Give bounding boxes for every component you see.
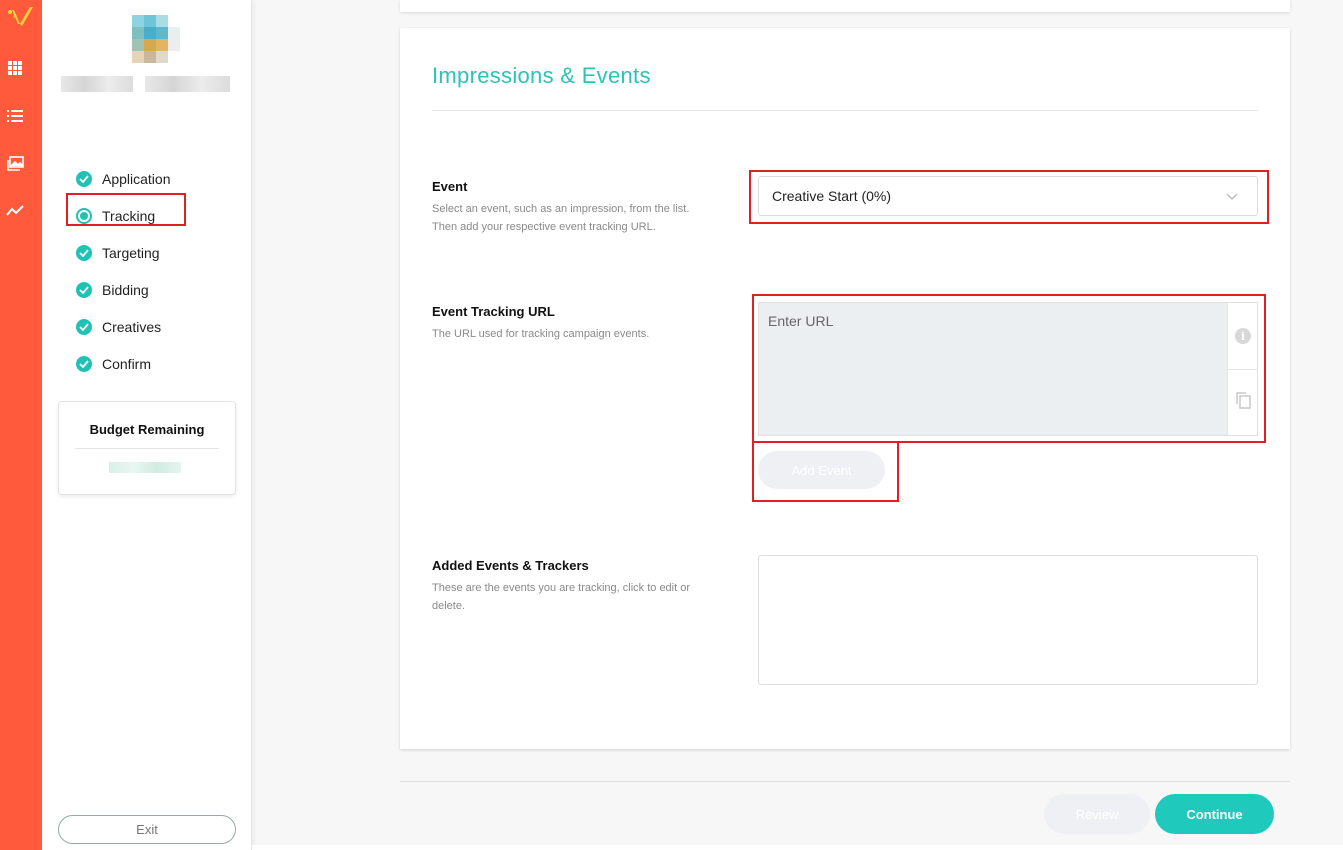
tracking-url-label: Event Tracking URL xyxy=(432,304,555,319)
budget-card: Budget Remaining xyxy=(58,401,236,495)
bottom-strip xyxy=(252,845,1343,850)
added-events-list[interactable] xyxy=(758,555,1258,685)
budget-title: Budget Remaining xyxy=(89,422,205,437)
tracking-url-input[interactable] xyxy=(759,303,1227,435)
info-icon[interactable]: i xyxy=(1235,328,1251,344)
check-icon xyxy=(76,355,92,372)
step-label: Bidding xyxy=(102,281,149,298)
step-label: Tracking xyxy=(102,207,156,224)
added-events-help: These are the events you are tracking, c… xyxy=(432,582,691,612)
step-tracking[interactable]: Tracking xyxy=(76,197,236,234)
step-label: Confirm xyxy=(102,355,152,372)
review-button[interactable]: Review xyxy=(1044,794,1150,834)
wizard-steps: Application Tracking Targeting Bidding C… xyxy=(76,160,236,382)
check-icon xyxy=(76,281,92,298)
event-select[interactable]: Creative Start (0%) xyxy=(758,176,1258,216)
wizard-sidebar: Application Tracking Targeting Bidding C… xyxy=(42,0,252,850)
step-confirm[interactable]: Confirm xyxy=(76,345,236,382)
continue-button[interactable]: Continue xyxy=(1155,794,1274,834)
check-icon xyxy=(76,244,92,261)
added-events-label: Added Events & Trackers xyxy=(432,558,589,573)
image-icon[interactable] xyxy=(5,153,25,173)
logo-icon[interactable] xyxy=(6,4,36,32)
analytics-icon[interactable] xyxy=(5,201,25,221)
check-icon xyxy=(76,170,92,187)
divider xyxy=(432,110,1258,111)
add-event-button[interactable]: Add Event xyxy=(758,451,885,489)
account-name-redacted xyxy=(61,76,133,92)
step-bidding[interactable]: Bidding xyxy=(76,271,236,308)
grid-icon[interactable] xyxy=(5,58,25,78)
tracking-url-field: i xyxy=(758,302,1258,436)
url-actions: i xyxy=(1227,303,1258,435)
step-label: Application xyxy=(102,170,171,187)
step-label: Creatives xyxy=(102,318,162,335)
tracking-url-help: The URL used for tracking campaign event… xyxy=(432,328,650,340)
copy-icon[interactable] xyxy=(1234,391,1252,409)
step-application[interactable]: Application xyxy=(76,160,236,197)
list-icon[interactable] xyxy=(5,106,25,126)
event-help: Select an event, such as an impression, … xyxy=(432,203,690,233)
previous-card xyxy=(400,0,1290,12)
event-label: Event xyxy=(432,179,468,194)
avatar xyxy=(120,15,180,65)
step-creatives[interactable]: Creatives xyxy=(76,308,236,345)
event-select-value: Creative Start (0%) xyxy=(772,188,892,204)
impressions-events-card: Impressions & Events Event Select an eve… xyxy=(400,28,1290,749)
check-icon xyxy=(76,318,92,335)
current-step-icon xyxy=(76,207,92,224)
account-id-redacted xyxy=(145,76,230,92)
section-title: Impressions & Events xyxy=(432,63,651,88)
step-label: Targeting xyxy=(102,244,160,261)
app-rail xyxy=(0,0,42,850)
step-targeting[interactable]: Targeting xyxy=(76,234,236,271)
exit-button[interactable]: Exit xyxy=(58,815,236,844)
footer-divider xyxy=(400,781,1290,782)
budget-value-redacted xyxy=(109,462,181,473)
divider xyxy=(75,448,219,449)
chevron-down-icon xyxy=(1226,193,1238,201)
